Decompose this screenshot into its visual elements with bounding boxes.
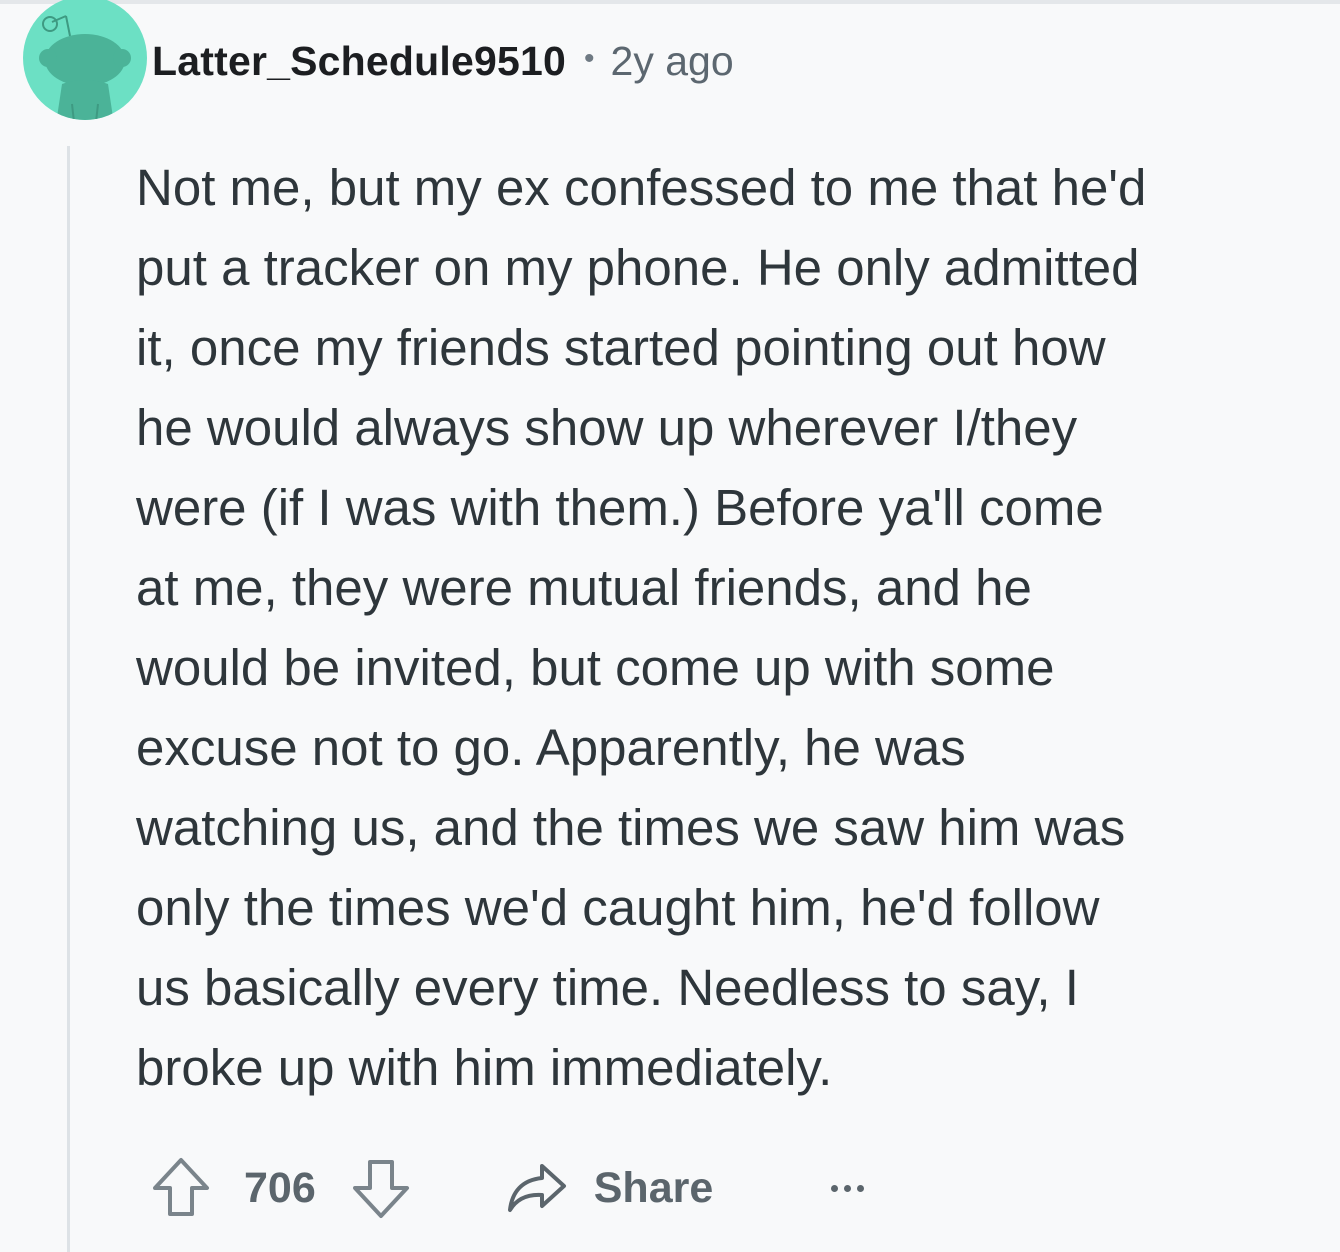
- more-options-button[interactable]: [831, 1175, 865, 1202]
- share-arrow-icon: [507, 1164, 566, 1212]
- author-username[interactable]: Latter_Schedule9510: [152, 38, 566, 85]
- comment-body: Not me, but my ex confessed to me that h…: [136, 159, 1147, 1096]
- snoo-avatar-icon: [23, 0, 147, 120]
- meta-separator: •: [584, 42, 595, 75]
- downvote-button[interactable]: [350, 1156, 412, 1220]
- vote-count: 706: [244, 1163, 316, 1212]
- upvote-button[interactable]: [150, 1156, 212, 1220]
- ellipsis-icon: [844, 1184, 852, 1192]
- share-button[interactable]: Share: [506, 1162, 714, 1214]
- ellipsis-icon: [857, 1184, 865, 1192]
- comment-action-bar: 706 Share: [150, 1156, 865, 1220]
- top-divider: [0, 0, 1340, 4]
- ellipsis-icon: [831, 1184, 839, 1192]
- avatar[interactable]: [22, 0, 148, 122]
- thread-line[interactable]: [67, 146, 70, 1252]
- arrow-up-icon: [153, 1158, 209, 1216]
- comment-age[interactable]: 2y ago: [611, 38, 734, 85]
- share-label: Share: [593, 1163, 714, 1212]
- comment-header: Latter_Schedule9510 • 2y ago: [152, 36, 734, 86]
- arrow-down-icon: [352, 1160, 409, 1218]
